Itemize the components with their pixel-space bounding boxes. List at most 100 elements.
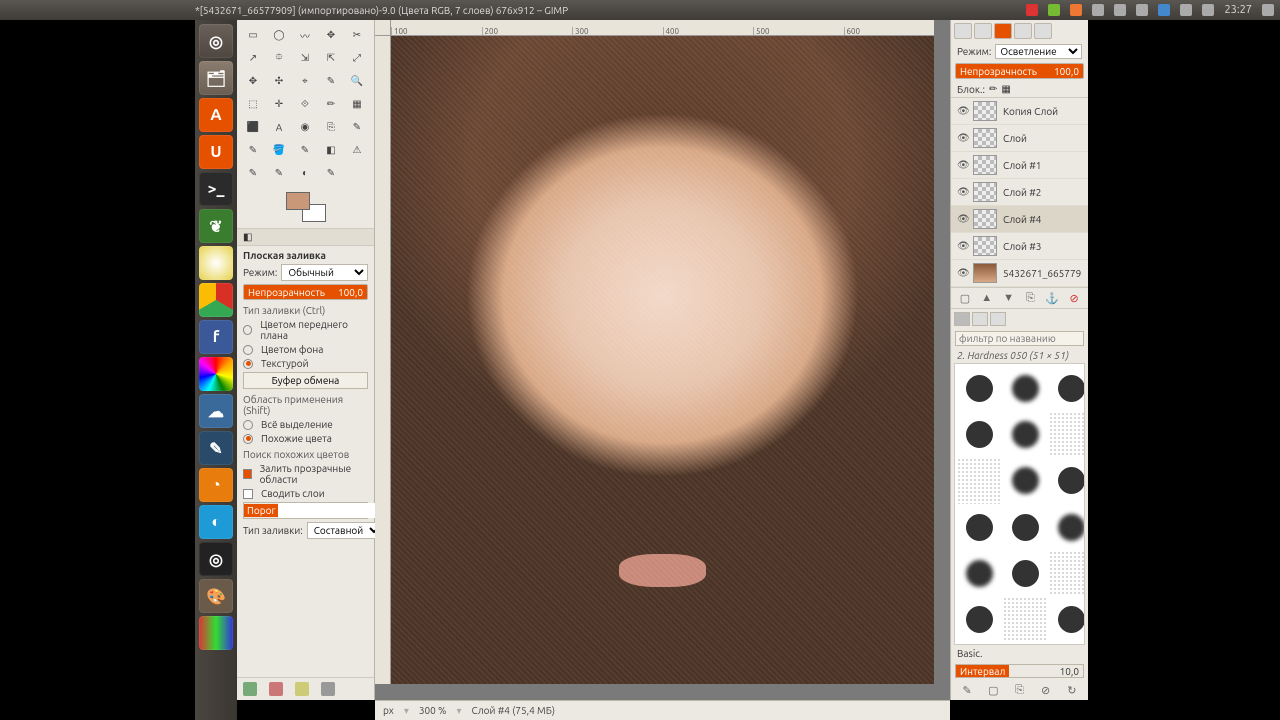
- brush-item[interactable]: [1003, 458, 1048, 503]
- layer-row[interactable]: 👁Копия Слой: [951, 98, 1088, 125]
- layer-row[interactable]: 👁5432671_665779: [951, 260, 1088, 287]
- brush-item[interactable]: [1003, 551, 1048, 596]
- tool-4[interactable]: ✂: [345, 24, 369, 46]
- layer-opacity-slider[interactable]: Непрозрачность 100,0: [955, 63, 1084, 79]
- layer-row[interactable]: 👁Слой #1: [951, 152, 1088, 179]
- layer-name[interactable]: 5432671_665779: [1003, 268, 1082, 279]
- fg-color-swatch[interactable]: [286, 192, 310, 210]
- brush-item[interactable]: [1049, 505, 1085, 550]
- dock-tab[interactable]: [974, 23, 992, 39]
- tool-32[interactable]: ◐: [293, 162, 317, 184]
- fg-bg-color[interactable]: [286, 192, 326, 222]
- fill-pattern-radio[interactable]: Текстурой: [243, 358, 368, 369]
- tool-5[interactable]: ↗: [241, 47, 265, 69]
- lower-layer-button[interactable]: ▼: [1002, 291, 1016, 305]
- brush-item[interactable]: [1049, 366, 1085, 411]
- launcher-files[interactable]: 🗂: [199, 61, 233, 95]
- brush-item[interactable]: [957, 505, 1002, 550]
- edit-brush-button[interactable]: ✎: [960, 683, 974, 697]
- fillby-select[interactable]: Составной: [307, 522, 383, 539]
- brush-spacing-slider[interactable]: Интервал 10,0: [955, 664, 1084, 678]
- tool-18[interactable]: ✏: [319, 93, 343, 115]
- footer-icon[interactable]: [269, 682, 283, 696]
- duplicate-layer-button[interactable]: ⎘: [1023, 291, 1037, 305]
- tool-27[interactable]: ✎: [293, 139, 317, 161]
- launcher-ubuntu-one[interactable]: U: [199, 135, 233, 169]
- patterns-tab[interactable]: [972, 312, 988, 326]
- launcher-leaf[interactable]: ❦: [199, 209, 233, 243]
- tool-options-tab[interactable]: ◧: [237, 228, 374, 246]
- brush-item[interactable]: [957, 366, 1002, 411]
- tool-31[interactable]: ✎: [267, 162, 291, 184]
- layer-visibility-icon[interactable]: 👁: [957, 240, 967, 252]
- duplicate-brush-button[interactable]: ⎘: [1012, 683, 1026, 697]
- tool-19[interactable]: ▦: [345, 93, 369, 115]
- tool-0[interactable]: ▭: [241, 24, 265, 46]
- launcher-spiral[interactable]: ◎: [199, 542, 233, 576]
- tool-7[interactable]: ⇲: [293, 47, 317, 69]
- tool-33[interactable]: ✎: [319, 162, 343, 184]
- launcher-color[interactable]: [199, 357, 233, 391]
- fill-fg-radio[interactable]: Цветом переднего плана: [243, 319, 368, 341]
- tray-icon[interactable]: [1136, 4, 1148, 16]
- brush-item[interactable]: [957, 412, 1002, 457]
- pattern-button[interactable]: Буфер обмена: [243, 372, 368, 389]
- layer-visibility-icon[interactable]: 👁: [957, 213, 967, 225]
- refresh-brushes-button[interactable]: ↻: [1065, 683, 1079, 697]
- brush-item[interactable]: [1003, 597, 1048, 642]
- tool-16[interactable]: ✛: [267, 93, 291, 115]
- lock-pixels-icon[interactable]: ✏: [989, 83, 997, 95]
- tool-14[interactable]: 🔍: [345, 70, 369, 92]
- layer-name[interactable]: Слой #4: [1003, 214, 1082, 225]
- launcher-terminal[interactable]: >_: [199, 172, 233, 206]
- layer-name[interactable]: Слой #3: [1003, 241, 1082, 252]
- canvas[interactable]: [391, 36, 934, 684]
- tool-8[interactable]: ⇱: [319, 47, 343, 69]
- tool-12[interactable]: ⌖: [293, 70, 317, 92]
- brushes-tab[interactable]: [954, 312, 970, 326]
- brush-item[interactable]: [957, 597, 1002, 642]
- brush-item[interactable]: [1049, 412, 1085, 457]
- tool-10[interactable]: ✥: [241, 70, 265, 92]
- anchor-layer-button[interactable]: ⚓: [1045, 291, 1059, 305]
- tool-17[interactable]: ⟐: [293, 93, 317, 115]
- tray-sound-icon[interactable]: [1202, 4, 1214, 16]
- layer-name[interactable]: Слой #2: [1003, 187, 1082, 198]
- launcher-editor[interactable]: ✎: [199, 431, 233, 465]
- layer-row[interactable]: 👁Слой: [951, 125, 1088, 152]
- launcher-dash[interactable]: ◎: [199, 24, 233, 58]
- launcher-facebook[interactable]: f: [199, 320, 233, 354]
- tool-3[interactable]: ✥: [319, 24, 343, 46]
- dock-tab[interactable]: [1014, 23, 1032, 39]
- brush-item[interactable]: [957, 551, 1002, 596]
- tool-21[interactable]: A: [267, 116, 291, 138]
- launcher-disc[interactable]: [199, 246, 233, 280]
- brush-item[interactable]: [957, 458, 1002, 503]
- launcher-chrome[interactable]: [199, 283, 233, 317]
- tool-20[interactable]: ⬛: [241, 116, 265, 138]
- tool-15[interactable]: ⬚: [241, 93, 265, 115]
- tray-icon[interactable]: [1070, 4, 1082, 16]
- clock[interactable]: 23:27: [1224, 4, 1252, 16]
- gradients-tab[interactable]: [990, 312, 1006, 326]
- tool-6[interactable]: ⯐: [267, 47, 291, 69]
- dock-tab-layers[interactable]: [994, 23, 1012, 39]
- layer-row[interactable]: 👁 Слой #2: [951, 179, 1088, 206]
- brush-item[interactable]: [1049, 551, 1085, 596]
- dock-tab[interactable]: [1034, 23, 1052, 39]
- fill-transparent-check[interactable]: Залить прозрачные области: [243, 463, 368, 485]
- layer-name[interactable]: Слой: [1003, 133, 1082, 144]
- mode-select[interactable]: Обычный: [281, 264, 368, 281]
- new-layer-button[interactable]: ▢: [958, 291, 972, 305]
- layer-visibility-icon[interactable]: 👁: [957, 186, 967, 198]
- layer-row[interactable]: 👁 Слой #4: [951, 206, 1088, 233]
- tray-icon[interactable]: [1048, 4, 1060, 16]
- footer-icon[interactable]: [321, 682, 335, 696]
- tool-30[interactable]: ✎: [241, 162, 265, 184]
- tray-power-icon[interactable]: [1262, 4, 1274, 16]
- launcher-palette[interactable]: [199, 616, 233, 650]
- dock-tab[interactable]: [954, 23, 972, 39]
- fill-bg-radio[interactable]: Цветом фона: [243, 344, 368, 355]
- brush-filter-input[interactable]: [955, 331, 1084, 346]
- tool-22[interactable]: ◉: [293, 116, 317, 138]
